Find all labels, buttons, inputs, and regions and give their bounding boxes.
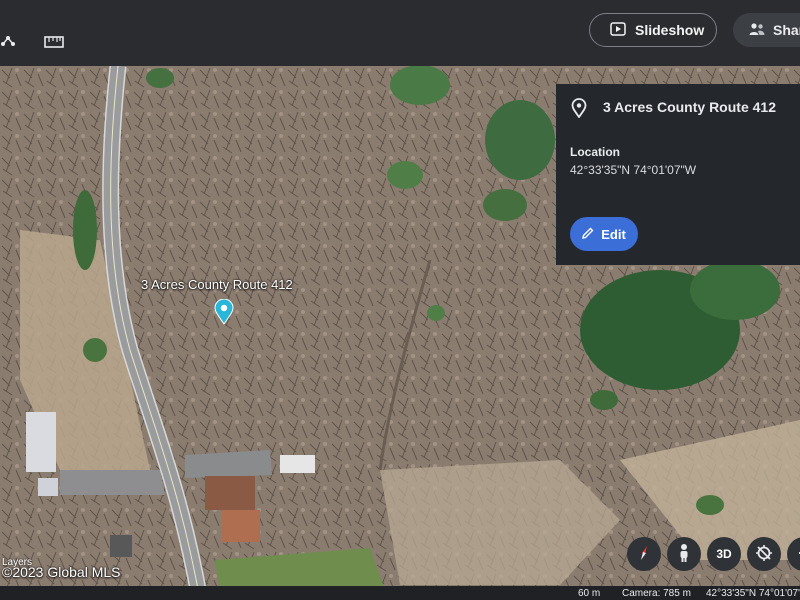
camera-altitude: Camera: 785 m: [622, 588, 691, 599]
people-icon: [749, 22, 765, 39]
pegman-icon: [677, 543, 691, 566]
path-tool-icon[interactable]: [0, 34, 16, 53]
view-3d-button[interactable]: 3D: [707, 537, 741, 571]
place-title: 3 Acres County Route 412: [603, 99, 776, 115]
placemark-pin-icon[interactable]: [214, 298, 234, 330]
slideshow-label: Slideshow: [635, 22, 705, 38]
location-pin-icon: [571, 98, 587, 123]
ruler-icon[interactable]: [44, 35, 64, 53]
copyright-text: ©2023 Global MLS: [2, 564, 121, 580]
edit-button[interactable]: Edit: [570, 217, 638, 251]
compass-button[interactable]: [627, 537, 661, 571]
pegman-button[interactable]: [667, 537, 701, 571]
play-icon: [610, 21, 626, 39]
scale-readout: 60 m: [578, 588, 601, 599]
location-coordinates: 42°33'35"N 74°01'07"W: [570, 163, 697, 177]
placemark-label[interactable]: 3 Acres County Route 412: [141, 277, 293, 292]
location-heading: Location: [570, 145, 620, 159]
reset-view-icon: [755, 544, 773, 565]
slideshow-button[interactable]: Slideshow: [589, 13, 717, 47]
reset-view-button[interactable]: [747, 537, 781, 571]
share-button[interactable]: Share: [733, 13, 800, 47]
place-info-panel: 3 Acres County Route 412 Location 42°33'…: [556, 84, 800, 265]
top-toolbar: Slideshow Share: [0, 0, 800, 66]
pencil-icon: [582, 227, 594, 242]
share-label: Share: [773, 22, 800, 38]
edit-label: Edit: [601, 226, 626, 242]
view-3d-label: 3D: [716, 547, 732, 561]
cursor-coordinates: 42°33'35"N 74°01'07"W: [706, 588, 800, 599]
compass-icon: [635, 544, 653, 565]
